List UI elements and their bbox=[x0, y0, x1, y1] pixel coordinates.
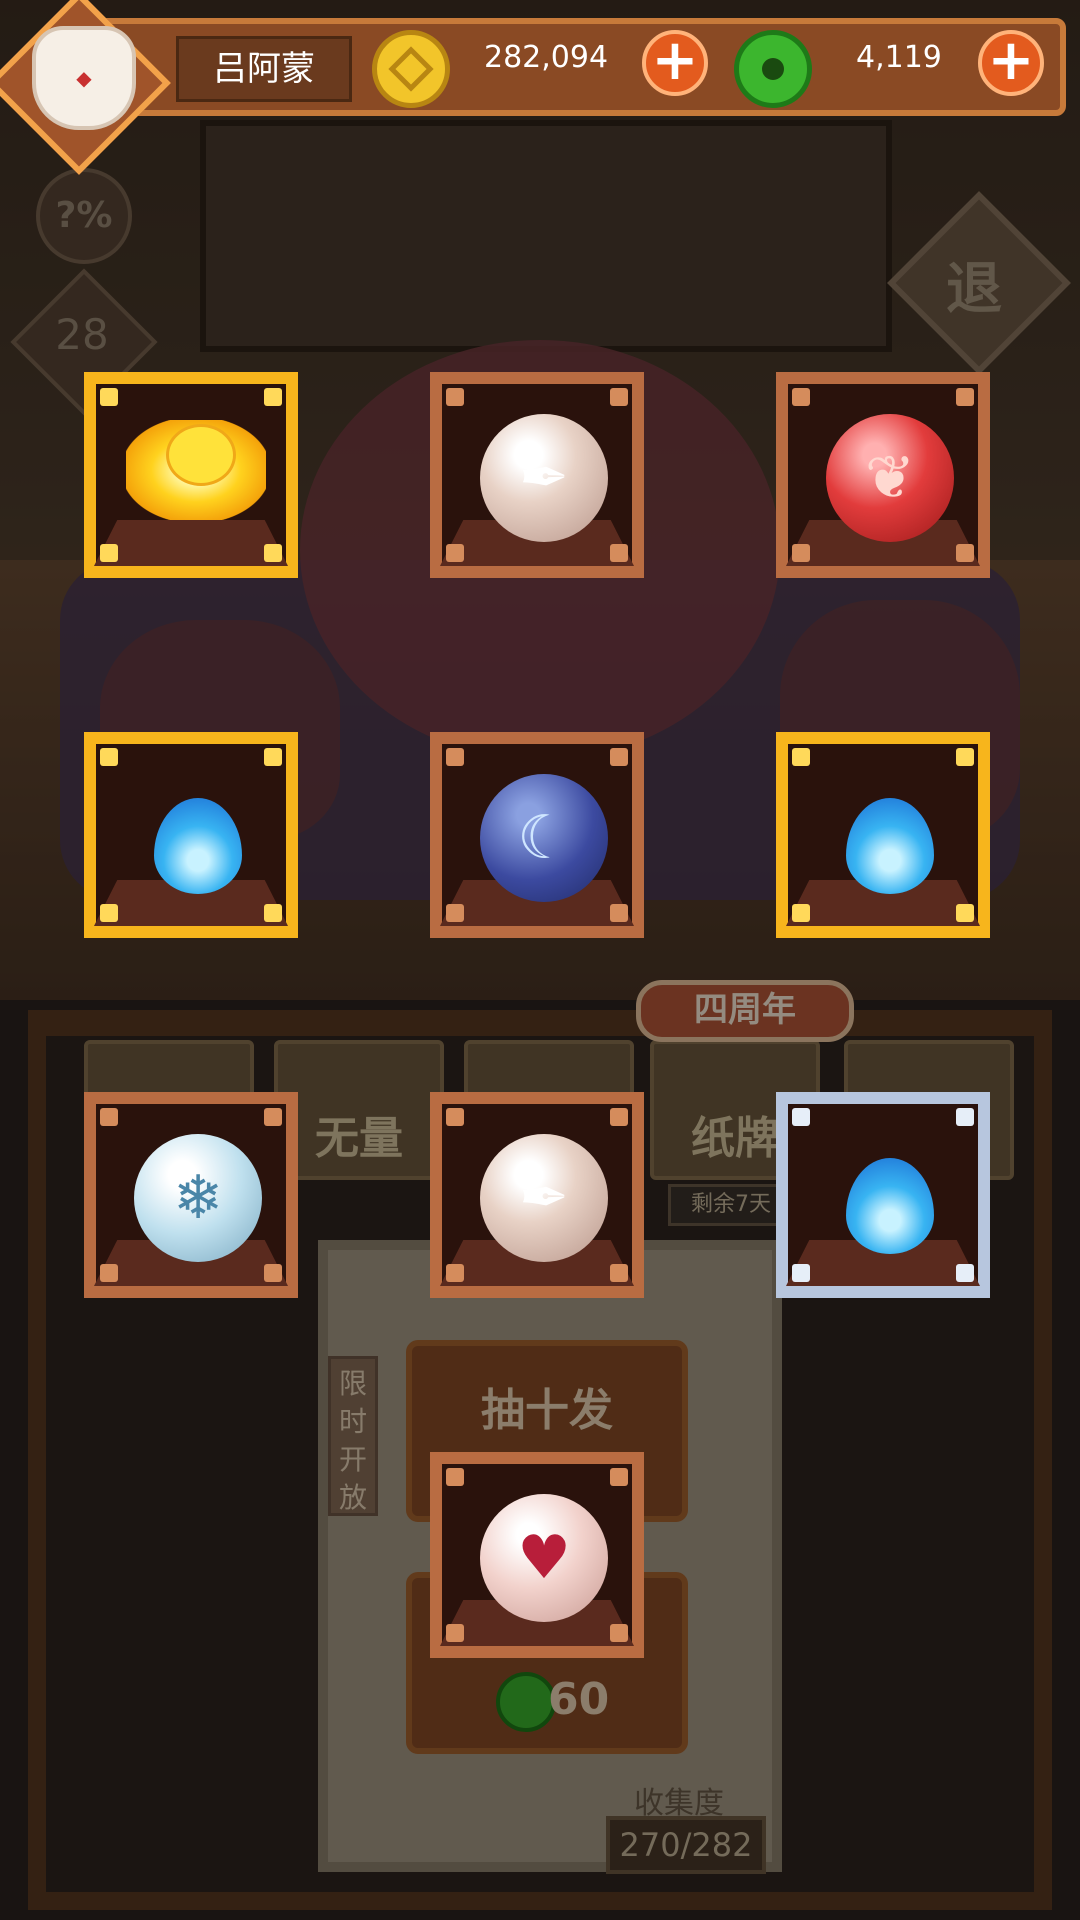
feather-orb-icon: ✒ bbox=[480, 414, 608, 542]
blue-flame-icon bbox=[846, 798, 934, 894]
snowflake-orb-icon: ❄ bbox=[134, 1134, 262, 1262]
moon-orb-icon: ☾ bbox=[480, 774, 608, 902]
add-jade-button[interactable]: + bbox=[978, 30, 1044, 96]
red-wing-orb-icon: ❦ bbox=[826, 414, 954, 542]
gold-amount: 282,094 bbox=[484, 40, 609, 75]
jade-coin-icon bbox=[734, 30, 812, 108]
gold-coin-icon bbox=[372, 30, 450, 108]
reward-slot-7[interactable]: ❄ bbox=[84, 1092, 298, 1298]
feather-orb-icon: ✒ bbox=[480, 1134, 608, 1262]
reward-slot-9[interactable] bbox=[776, 1092, 990, 1298]
jade-amount: 4,119 bbox=[856, 40, 942, 75]
crowned-heart-orb-icon: ♥ bbox=[480, 1494, 608, 1622]
reward-slot-6[interactable] bbox=[776, 732, 990, 938]
reward-slot-4[interactable] bbox=[84, 732, 298, 938]
fox-mask-icon: ◆ bbox=[76, 66, 92, 90]
fox-mask-avatar[interactable]: ◆ bbox=[32, 26, 136, 130]
blue-flame-icon bbox=[154, 798, 242, 894]
reward-slot-10[interactable]: ♥ bbox=[430, 1452, 644, 1658]
blue-flame-icon bbox=[846, 1158, 934, 1254]
reward-slot-8[interactable]: ✒ bbox=[430, 1092, 644, 1298]
player-name: 吕阿蒙 bbox=[176, 36, 352, 102]
chick-icon bbox=[166, 424, 236, 486]
reward-slot-3[interactable]: ❦ bbox=[776, 372, 990, 578]
reward-slot-1[interactable] bbox=[84, 372, 298, 578]
reward-slot-2[interactable]: ✒ bbox=[430, 372, 644, 578]
reward-slot-5[interactable]: ☾ bbox=[430, 732, 644, 938]
add-gold-button[interactable]: + bbox=[642, 30, 708, 96]
game-scene: 无量 纸牌 四周年 剩余7天 限时开放 抽十发 60 收集度 270/282 ?… bbox=[0, 0, 1080, 1920]
